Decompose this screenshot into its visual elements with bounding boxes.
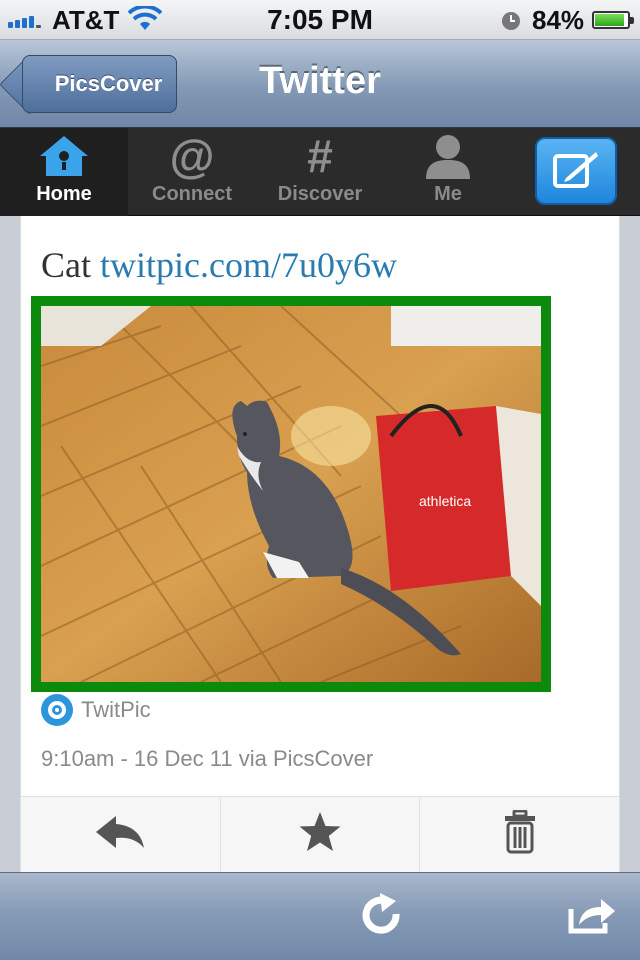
person-icon [423,133,473,179]
tweet-source[interactable]: TwitPic [41,694,151,726]
navigation-bar: PicsCover Twitter [0,40,640,128]
tweet-link[interactable]: twitpic.com/7u0y6w [100,245,397,285]
tweet-text: Cat twitpic.com/7u0y6w [41,244,397,286]
favorite-button[interactable] [221,797,421,872]
tweet-timestamp: 9:10am - 16 Dec 11 [41,746,233,771]
tab-connect-label: Connect [152,183,232,205]
tab-discover[interactable]: # Discover [256,128,384,216]
battery-icon [592,11,634,29]
compose-icon [552,148,600,195]
tweet-detail: Cat twitpic.com/7u0y6w athletica TwitPic… [20,216,620,872]
back-button[interactable]: PicsCover [22,55,177,113]
tab-bar: Home @ Connect # Discover Me [0,128,640,216]
cat-photo[interactable]: athletica [41,306,541,682]
home-icon [38,133,90,179]
compose-button[interactable] [535,137,617,205]
refresh-icon [360,892,404,943]
delete-button[interactable] [420,797,619,872]
tweet-via: via PicsCover [238,746,374,771]
battery-percent: 84% [532,5,585,35]
tab-connect[interactable]: @ Connect [128,128,256,216]
share-icon [567,895,617,940]
tab-me-label: Me [434,183,462,205]
share-button[interactable] [564,891,620,943]
bag-logo-text: athletica [419,493,471,509]
favorite-icon [298,811,342,858]
tweet-body: Cat [41,245,91,285]
reply-icon [94,814,146,855]
refresh-button[interactable] [356,891,408,943]
back-button-label[interactable]: PicsCover [22,55,177,113]
photo-frame[interactable]: athletica [31,296,551,692]
source-name: TwitPic [81,697,151,722]
status-bar: AT&T 7:05 PM 84% [0,0,640,40]
tweet-actions [21,796,619,872]
twitpic-icon [41,694,73,726]
delete-icon [503,809,537,859]
bottom-toolbar [0,872,640,960]
reply-button[interactable] [21,797,221,872]
tab-discover-label: Discover [277,183,363,205]
tab-home[interactable]: Home [0,128,128,216]
at-icon: @ [169,130,215,182]
alarm-icon [500,10,522,37]
tab-home-label: Home [36,183,92,205]
hash-icon: # [307,130,333,182]
tweet-meta: 9:10am - 16 Dec 11 via PicsCover [41,746,373,772]
tab-me[interactable]: Me [384,128,512,216]
